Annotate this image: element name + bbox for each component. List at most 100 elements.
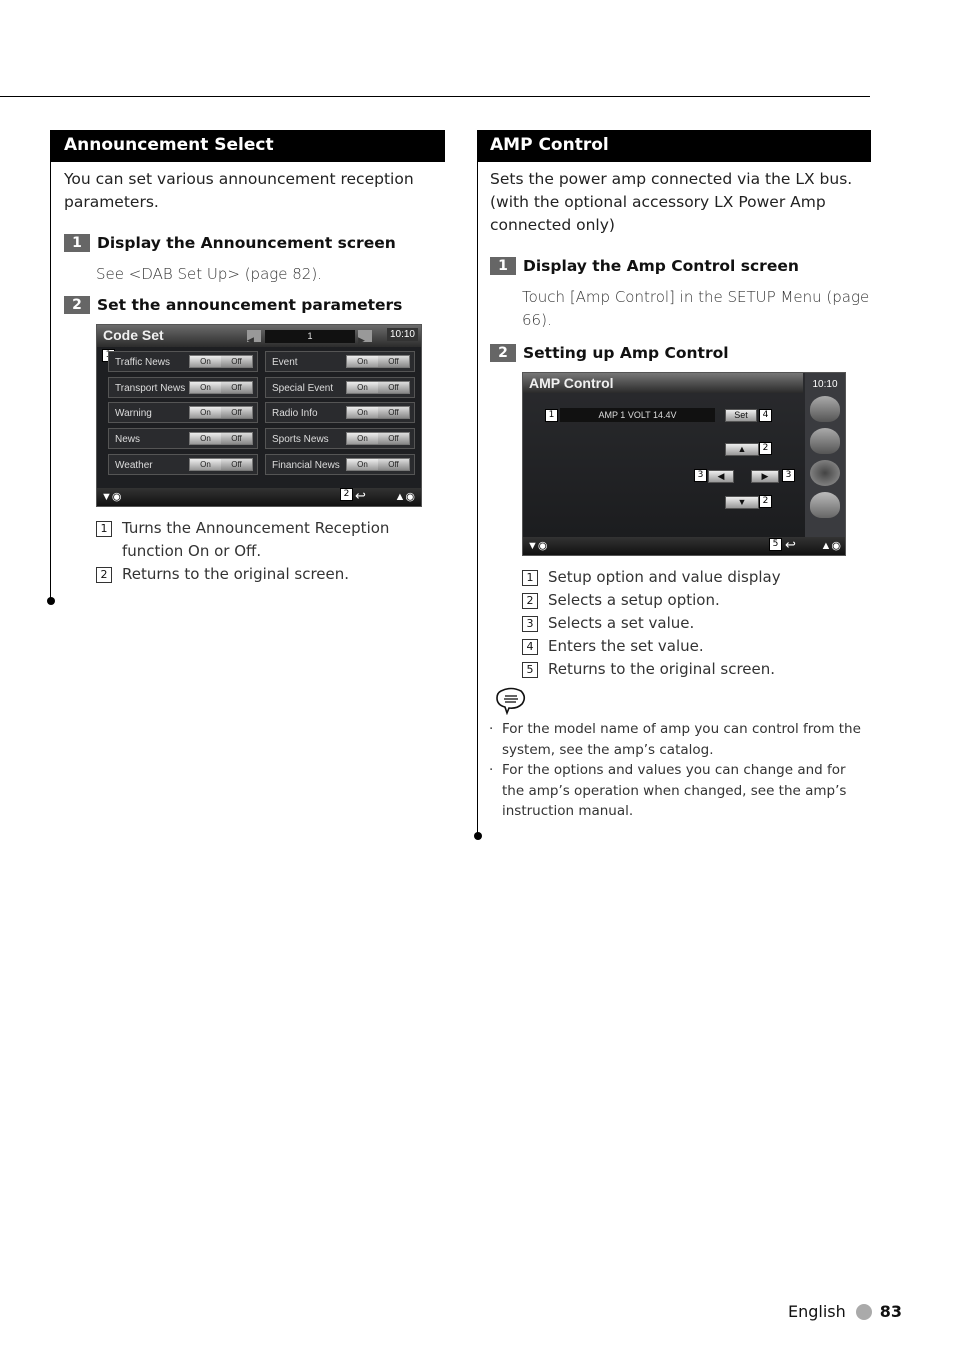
set-button[interactable]: Set xyxy=(725,409,757,422)
callout-item: 2 Returns to the original screen. xyxy=(96,563,396,586)
on-off-toggle: On Off xyxy=(346,457,410,471)
announcement-row: Weather On Off xyxy=(108,453,258,475)
off-button[interactable]: Off xyxy=(378,356,409,367)
callout-item: 5 Returns to the original screen. xyxy=(522,658,871,681)
volume-up-button[interactable]: ▲◉ xyxy=(821,539,842,552)
volume-down-button[interactable]: ▼◉ xyxy=(527,539,548,552)
announcement-row: Financial News On Off xyxy=(265,453,415,475)
off-button[interactable]: Off xyxy=(378,381,409,393)
on-button[interactable]: On xyxy=(190,381,221,393)
note-icon xyxy=(496,687,526,716)
announcement-row: Sports News On Off xyxy=(265,428,415,450)
callout-marker-1: 1 xyxy=(545,409,558,422)
off-button[interactable]: Off xyxy=(221,356,252,367)
return-button[interactable]: ↩ xyxy=(785,537,796,553)
note-text: For the model name of amp you can contro… xyxy=(502,721,861,758)
callout-marker-3: 3 xyxy=(694,469,707,482)
step-2: 2 Setting up Amp Control xyxy=(490,344,871,362)
callout-item: 3 Selects a set value. xyxy=(522,612,871,635)
off-button[interactable]: Off xyxy=(221,458,252,470)
volume-down-button[interactable]: ▼◉ xyxy=(101,490,122,503)
header-rule xyxy=(0,96,870,97)
off-button[interactable]: Off xyxy=(378,407,409,419)
callout-list: 1 Setup option and value display 2 Selects… xyxy=(522,566,871,681)
on-button[interactable]: On xyxy=(347,407,378,419)
on-button[interactable]: On xyxy=(347,356,378,367)
menu-icon[interactable] xyxy=(810,396,840,422)
page-indicator: 1 xyxy=(265,330,355,343)
callout-text: Turns the Announcement Reception functio… xyxy=(122,519,390,560)
volume-up-button[interactable]: ▲◉ xyxy=(395,490,416,503)
announcement-label: Transport News xyxy=(115,382,186,394)
on-button[interactable]: On xyxy=(190,407,221,419)
section-intro: Sets the power amp connected via the LX … xyxy=(490,170,853,234)
right-column-end-dot xyxy=(474,832,482,840)
media-icon[interactable] xyxy=(810,428,840,454)
callout-marker-5: 5 xyxy=(769,538,782,551)
callout-item: 4 Enters the set value. xyxy=(522,635,871,658)
on-off-toggle: On Off xyxy=(346,355,410,368)
callout-marker-3: 3 xyxy=(782,469,795,482)
page-prev-button[interactable]: ◀ xyxy=(247,330,261,345)
announcement-label: Radio Info xyxy=(272,408,318,420)
announcement-label: Financial News xyxy=(272,459,340,471)
announcement-label: Sports News xyxy=(272,434,329,446)
value-left-button[interactable]: ◀ xyxy=(708,470,734,483)
option-down-button[interactable]: ▼ xyxy=(725,496,759,509)
footer-dot-icon xyxy=(855,1303,872,1320)
step-number: 1 xyxy=(64,234,90,252)
section-title: AMP Control xyxy=(477,130,871,162)
value-display: AMP 1 VOLT 14.4V xyxy=(560,408,715,422)
off-button[interactable]: Off xyxy=(221,433,252,445)
callout-list: 1 Turns the Announcement Reception funct… xyxy=(96,517,396,586)
on-button[interactable]: On xyxy=(347,381,378,393)
step-number: 2 xyxy=(490,344,516,362)
step-description: Touch [Amp Control] in the SETUP Menu (p… xyxy=(522,288,870,329)
on-button[interactable]: On xyxy=(347,433,378,445)
on-button[interactable]: On xyxy=(190,458,221,470)
option-up-button[interactable]: ▲ xyxy=(725,443,759,456)
on-off-toggle: On Off xyxy=(189,457,253,471)
off-button[interactable]: Off xyxy=(378,458,409,470)
on-button[interactable]: On xyxy=(190,356,221,367)
off-button[interactable]: Off xyxy=(221,407,252,419)
amp-control-screen: AMP Control 10:10 1 AMP 1 VOLT 14.4V Set… xyxy=(522,372,846,556)
on-button[interactable]: On xyxy=(347,458,378,470)
callout-marker-2: 2 xyxy=(759,442,772,455)
off-button[interactable]: Off xyxy=(378,433,409,445)
step-title: Display the Announcement screen xyxy=(97,234,396,252)
clock: 10:10 xyxy=(812,379,838,390)
page-next-button[interactable]: ▶ xyxy=(358,330,372,345)
callout-number: 5 xyxy=(522,662,538,678)
step-title: Setting up Amp Control xyxy=(523,344,729,362)
off-button[interactable]: Off xyxy=(221,381,252,393)
screen-title: Code Set xyxy=(103,327,164,343)
announcement-row: Event On Off xyxy=(265,351,415,372)
announcement-row: Warning On Off xyxy=(108,402,258,424)
callout-number: 1 xyxy=(522,570,538,586)
announcement-row: News On Off xyxy=(108,428,258,450)
step-title: Set the announcement parameters xyxy=(97,296,403,314)
on-off-toggle: On Off xyxy=(189,432,253,446)
announcement-label: Event xyxy=(272,357,298,368)
callout-item: 1 Setup option and value display xyxy=(522,566,871,589)
callout-number: 3 xyxy=(522,616,538,632)
callout-number: 2 xyxy=(522,593,538,609)
announcement-label: Weather xyxy=(115,459,153,471)
clock: 10:10 xyxy=(386,328,418,341)
callout-text: Returns to the original screen. xyxy=(548,660,776,678)
callout-number: 4 xyxy=(522,639,538,655)
return-button[interactable]: ↩ xyxy=(355,488,366,504)
note-item: · For the model name of amp you can contr… xyxy=(489,719,871,760)
announcement-row: Special Event On Off xyxy=(265,376,415,398)
section-title: Announcement Select xyxy=(51,130,445,162)
on-off-toggle: On Off xyxy=(189,380,253,394)
value-right-button[interactable]: ▶ xyxy=(751,470,779,483)
page-number: 83 xyxy=(879,1302,903,1321)
on-button[interactable]: On xyxy=(190,433,221,445)
announcement-label: Warning xyxy=(115,408,152,420)
speaker-icon[interactable] xyxy=(810,460,840,486)
on-off-toggle: On Off xyxy=(346,406,410,420)
audio-icon[interactable] xyxy=(810,492,840,518)
announcement-label: Traffic News xyxy=(115,357,171,368)
